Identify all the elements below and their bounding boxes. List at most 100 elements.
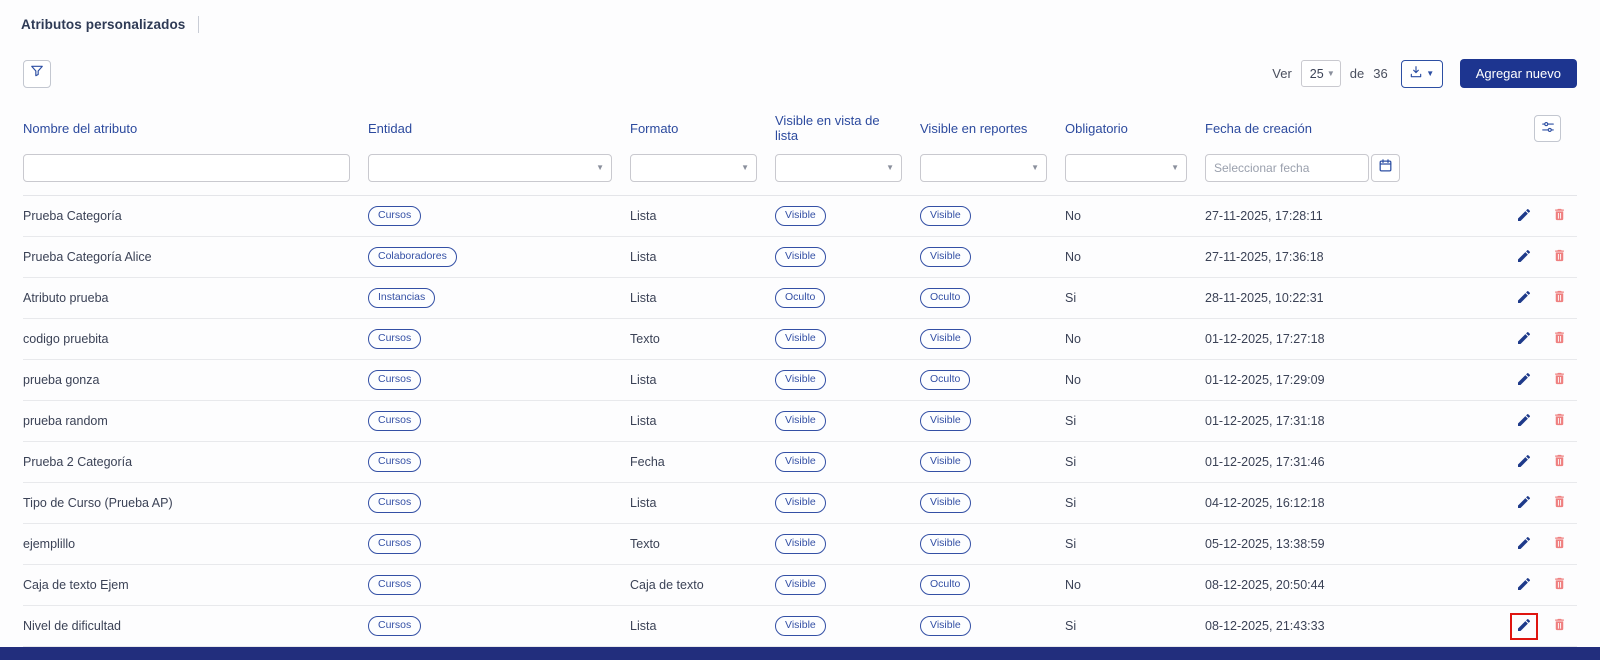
table-row: Prueba 2 Categoría Cursos Fecha Visible … bbox=[23, 442, 1577, 483]
caret-down-icon: ▼ bbox=[596, 164, 604, 172]
delete-button[interactable] bbox=[1546, 613, 1573, 639]
visible-list-badge: Visible bbox=[775, 247, 826, 267]
visible-reports-badge: Visible bbox=[920, 411, 971, 431]
visible-list-badge: Visible bbox=[775, 452, 826, 472]
edit-button[interactable] bbox=[1510, 285, 1538, 312]
edit-button[interactable] bbox=[1510, 490, 1538, 517]
table-row: prueba gonza Cursos Lista Visible Oculto… bbox=[23, 360, 1577, 401]
created-date: 05-12-2025, 13:38:59 bbox=[1205, 537, 1490, 551]
entity-badge: Colaboradores bbox=[368, 247, 457, 267]
table-row: prueba random Cursos Lista Visible Visib… bbox=[23, 401, 1577, 442]
visible-reports-badge: Visible bbox=[920, 329, 971, 349]
calendar-button[interactable] bbox=[1371, 154, 1400, 182]
entity-badge: Cursos bbox=[368, 616, 421, 636]
delete-button[interactable] bbox=[1546, 449, 1573, 475]
required-value: No bbox=[1065, 373, 1205, 387]
edit-button[interactable] bbox=[1510, 367, 1538, 394]
funnel-icon bbox=[30, 64, 44, 83]
title-bar: Atributos personalizados bbox=[0, 0, 1600, 33]
attribute-name: ejemplillo bbox=[23, 537, 368, 551]
caret-down-icon: ▼ bbox=[741, 164, 749, 172]
format-value: Lista bbox=[630, 619, 775, 633]
edit-button[interactable] bbox=[1510, 408, 1538, 435]
table-filter-row: ▼ ▼ ▼ ▼ ▼ bbox=[23, 152, 1577, 196]
date-filter-input[interactable] bbox=[1205, 154, 1369, 182]
visible-list-badge: Visible bbox=[775, 616, 826, 636]
entity-badge: Cursos bbox=[368, 493, 421, 513]
attribute-name: prueba gonza bbox=[23, 373, 368, 387]
table-row: ejemplillo Cursos Texto Visible Visible … bbox=[23, 524, 1577, 565]
caret-down-icon: ▼ bbox=[1171, 164, 1179, 172]
table-body: Prueba Categoría Cursos Lista Visible Vi… bbox=[23, 196, 1577, 647]
pencil-icon bbox=[1516, 412, 1532, 431]
edit-button[interactable] bbox=[1510, 572, 1538, 599]
required-value: No bbox=[1065, 250, 1205, 264]
trash-icon bbox=[1552, 207, 1567, 225]
of-label: de bbox=[1350, 66, 1364, 81]
edit-button[interactable] bbox=[1510, 449, 1538, 476]
download-button[interactable]: ▼ bbox=[1401, 60, 1443, 88]
name-filter-input[interactable] bbox=[23, 154, 350, 182]
bottom-bar bbox=[0, 647, 1600, 660]
trash-icon bbox=[1552, 453, 1567, 471]
trash-icon bbox=[1552, 330, 1567, 348]
delete-button[interactable] bbox=[1546, 531, 1573, 557]
table-row: Prueba Categoría Alice Colaboradores Lis… bbox=[23, 237, 1577, 278]
pencil-icon bbox=[1516, 494, 1532, 513]
delete-button[interactable] bbox=[1546, 490, 1573, 516]
entity-badge: Cursos bbox=[368, 206, 421, 226]
delete-button[interactable] bbox=[1546, 244, 1573, 270]
table-row: Tipo de Curso (Prueba AP) Cursos Lista V… bbox=[23, 483, 1577, 524]
required-value: Si bbox=[1065, 291, 1205, 305]
delete-button[interactable] bbox=[1546, 203, 1573, 229]
calendar-icon bbox=[1378, 158, 1393, 178]
filter-button[interactable] bbox=[23, 60, 51, 88]
entity-filter-select[interactable]: ▼ bbox=[368, 154, 612, 182]
edit-button[interactable] bbox=[1510, 203, 1538, 230]
column-settings-button[interactable] bbox=[1534, 115, 1561, 142]
table-row: codigo pruebita Cursos Texto Visible Vis… bbox=[23, 319, 1577, 360]
format-filter-select[interactable]: ▼ bbox=[630, 154, 757, 182]
required-value: No bbox=[1065, 578, 1205, 592]
created-date: 27-11-2025, 17:28:11 bbox=[1205, 209, 1490, 223]
delete-button[interactable] bbox=[1546, 408, 1573, 434]
entity-badge: Cursos bbox=[368, 370, 421, 390]
required-value: Si bbox=[1065, 496, 1205, 510]
edit-button[interactable] bbox=[1510, 326, 1538, 353]
created-date: 27-11-2025, 17:36:18 bbox=[1205, 250, 1490, 264]
attribute-name: prueba random bbox=[23, 414, 368, 428]
trash-icon bbox=[1552, 248, 1567, 266]
pencil-icon bbox=[1516, 371, 1532, 390]
visible-list-badge: Visible bbox=[775, 206, 826, 226]
page-size-select[interactable]: 25 ▼ bbox=[1301, 60, 1341, 87]
edit-button[interactable] bbox=[1510, 531, 1538, 558]
visible-list-filter-select[interactable]: ▼ bbox=[775, 154, 902, 182]
format-value: Lista bbox=[630, 496, 775, 510]
edit-button[interactable] bbox=[1510, 244, 1538, 271]
required-value: Si bbox=[1065, 414, 1205, 428]
format-value: Lista bbox=[630, 291, 775, 305]
add-new-button[interactable]: Agregar nuevo bbox=[1460, 59, 1577, 88]
visible-list-badge: Oculto bbox=[775, 288, 825, 308]
visible-reports-filter-select[interactable]: ▼ bbox=[920, 154, 1047, 182]
pencil-icon bbox=[1516, 617, 1532, 636]
visible-reports-badge: Visible bbox=[920, 534, 971, 554]
visible-list-badge: Visible bbox=[775, 329, 826, 349]
total-count: 36 bbox=[1373, 66, 1387, 81]
edit-button[interactable] bbox=[1510, 613, 1538, 640]
required-filter-select[interactable]: ▼ bbox=[1065, 154, 1187, 182]
created-date: 01-12-2025, 17:27:18 bbox=[1205, 332, 1490, 346]
table-header-row: Nombre del atributo Entidad Formato Visi… bbox=[23, 102, 1577, 152]
entity-badge: Cursos bbox=[368, 329, 421, 349]
created-date: 04-12-2025, 16:12:18 bbox=[1205, 496, 1490, 510]
trash-icon bbox=[1552, 412, 1567, 430]
created-date: 01-12-2025, 17:29:09 bbox=[1205, 373, 1490, 387]
format-value: Texto bbox=[630, 332, 775, 346]
header-visible-reports: Visible en reportes bbox=[920, 121, 1065, 136]
delete-button[interactable] bbox=[1546, 285, 1573, 311]
visible-list-badge: Visible bbox=[775, 534, 826, 554]
delete-button[interactable] bbox=[1546, 326, 1573, 352]
delete-button[interactable] bbox=[1546, 367, 1573, 393]
entity-badge: Cursos bbox=[368, 452, 421, 472]
delete-button[interactable] bbox=[1546, 572, 1573, 598]
